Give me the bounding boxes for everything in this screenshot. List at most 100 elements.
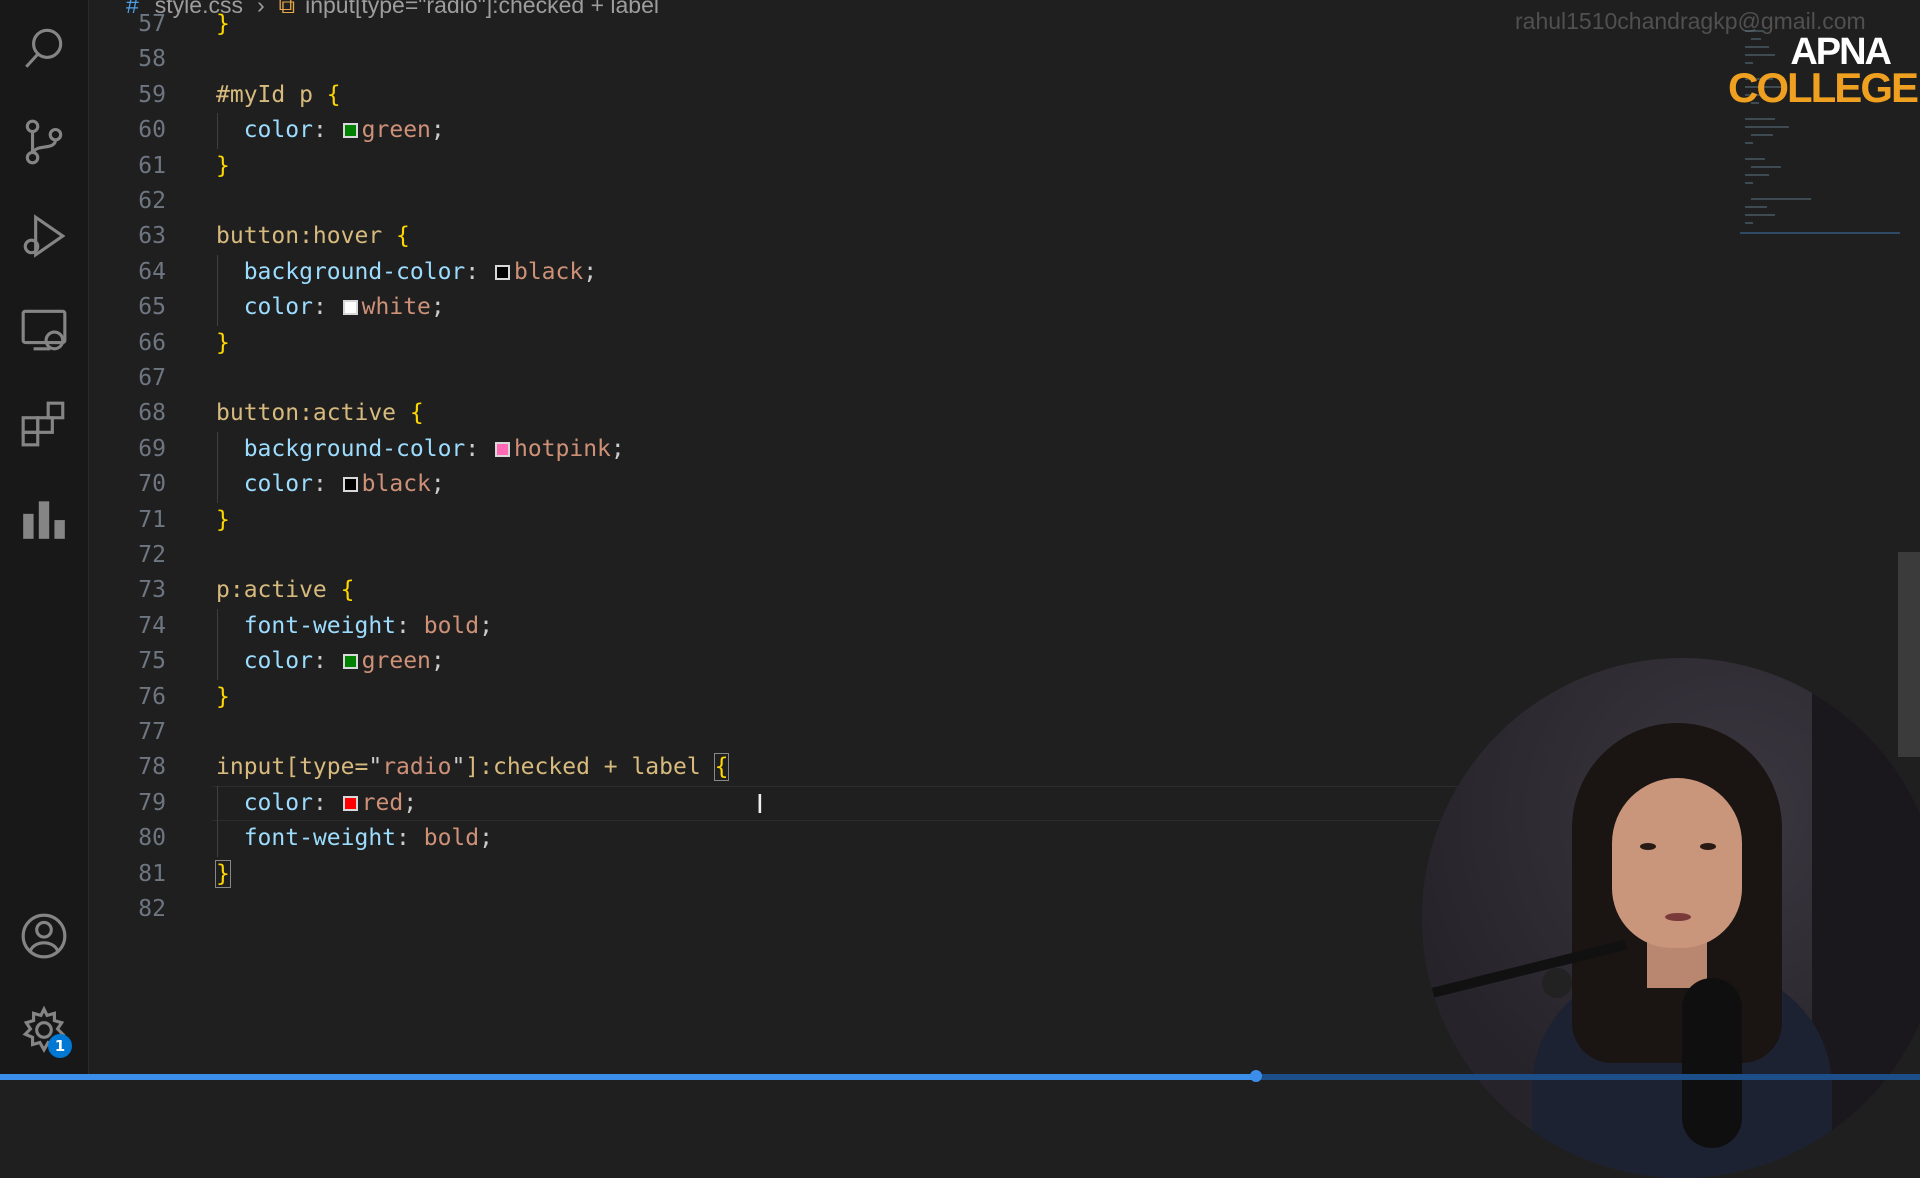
presenter-face — [1612, 778, 1742, 948]
color-swatch-hotpink[interactable] — [494, 441, 510, 457]
indent-guide — [217, 644, 218, 680]
code-line[interactable]: 58 — [88, 42, 1896, 77]
line-number: 65 — [138, 294, 166, 321]
line-number: 76 — [138, 683, 166, 710]
indent-guide — [217, 290, 218, 326]
activity-bar: 1 — [0, 0, 89, 1080]
charts-icon[interactable] — [0, 482, 88, 554]
code-line[interactable]: 61} — [88, 149, 1896, 184]
settings-badge: 1 — [48, 1034, 72, 1058]
source-control-icon[interactable] — [0, 106, 88, 178]
run-debug-icon[interactable] — [0, 200, 88, 272]
indent-guide — [217, 608, 218, 645]
code-text[interactable]: font-weight: bold; — [216, 609, 493, 644]
code-line[interactable]: 71} — [88, 503, 1896, 538]
code-line[interactable]: 68 button:active { — [88, 396, 1896, 431]
account-icon[interactable] — [0, 900, 88, 972]
line-number: 73 — [138, 577, 166, 604]
presenter-mouth — [1665, 913, 1691, 921]
webcam-overlay — [1422, 658, 1920, 1178]
code-text[interactable]: } — [216, 503, 230, 538]
settings-gear-icon[interactable]: 1 — [0, 994, 88, 1066]
microphone — [1682, 978, 1742, 1148]
line-number: 70 — [138, 471, 166, 498]
indent-guide — [217, 785, 218, 822]
code-text[interactable]: p:active { — [216, 573, 355, 608]
code-text[interactable]: color: green; — [216, 113, 445, 148]
line-number: 62 — [138, 188, 166, 214]
code-text[interactable]: color: black; — [216, 467, 445, 502]
code-text[interactable]: } — [216, 149, 230, 184]
line-number: 69 — [138, 435, 166, 462]
presenter-eye-right — [1700, 843, 1716, 850]
search-icon[interactable] — [0, 12, 88, 84]
line-number: 63 — [138, 223, 166, 250]
line-number: 59 — [138, 81, 166, 108]
code-text[interactable]: } — [216, 7, 230, 42]
mic-joint — [1542, 968, 1572, 998]
code-text[interactable]: } — [216, 326, 230, 361]
code-line[interactable]: 72 — [88, 538, 1896, 573]
line-number: 72 — [138, 542, 166, 568]
code-line[interactable]: 70 color: black; — [88, 467, 1896, 502]
color-swatch-green[interactable] — [342, 123, 358, 139]
indent-guide — [217, 821, 218, 857]
line-number: 81 — [138, 860, 166, 887]
line-number: 78 — [138, 754, 166, 781]
remote-explorer-icon[interactable] — [0, 294, 88, 366]
line-number: 61 — [138, 152, 166, 179]
code-text[interactable]: color: green; — [216, 644, 445, 679]
line-number: 79 — [138, 789, 166, 816]
code-text[interactable]: background-color: hotpink; — [216, 432, 625, 467]
indent-guide — [217, 113, 218, 149]
code-line[interactable]: 67 — [88, 361, 1896, 396]
video-progress-fill — [0, 1074, 1256, 1080]
line-number: 67 — [138, 365, 166, 391]
code-line[interactable]: 74 font-weight: bold; — [88, 609, 1896, 644]
line-number: 68 — [138, 400, 166, 427]
code-line[interactable]: 66} — [88, 326, 1896, 361]
line-number: 77 — [138, 719, 166, 745]
line-number: 57 — [138, 11, 166, 37]
line-number: 75 — [138, 648, 166, 675]
code-text[interactable]: } — [215, 857, 231, 892]
extensions-icon[interactable] — [0, 388, 88, 460]
line-number: 66 — [138, 329, 166, 356]
code-text[interactable]: background-color: black; — [216, 255, 597, 290]
code-line[interactable]: 62 — [88, 184, 1896, 219]
line-number: 71 — [138, 506, 166, 533]
color-swatch-black[interactable] — [494, 264, 510, 280]
color-swatch-green[interactable] — [342, 654, 358, 670]
code-text[interactable]: input[type="radio"]:checked + label { — [216, 750, 730, 785]
line-number: 58 — [138, 46, 166, 73]
line-number: 80 — [138, 825, 166, 852]
text-cursor-icon: I — [756, 790, 764, 820]
code-text[interactable]: button:hover { — [216, 219, 410, 254]
video-progress-handle[interactable] — [1249, 1070, 1262, 1082]
code-line[interactable]: 63 button:hover { — [88, 219, 1896, 254]
code-text[interactable]: font-weight: bold; — [216, 821, 493, 856]
code-text[interactable]: } — [216, 680, 230, 715]
code-line[interactable]: 60 color: green; — [88, 113, 1896, 148]
code-line[interactable]: 73 p:active { — [88, 573, 1896, 608]
color-swatch-white[interactable] — [342, 300, 358, 316]
indent-guide — [217, 467, 218, 503]
code-line[interactable]: 65 color: white; — [88, 290, 1896, 325]
color-swatch-black[interactable] — [342, 477, 358, 493]
line-number: 74 — [138, 612, 166, 639]
code-line[interactable]: 57} — [88, 7, 1896, 42]
presenter-eye-left — [1640, 843, 1656, 850]
indent-guide — [217, 254, 218, 291]
color-swatch-red[interactable] — [342, 795, 358, 811]
code-line[interactable]: 64 background-color: black; — [88, 255, 1896, 290]
indent-guide — [217, 431, 218, 468]
code-text[interactable]: button:active { — [216, 396, 424, 431]
code-text[interactable]: color: white; — [216, 290, 445, 325]
code-line[interactable]: 59 #myId p { — [88, 78, 1896, 113]
code-line[interactable]: 69 background-color: hotpink; — [88, 432, 1896, 467]
line-number: 60 — [138, 117, 166, 144]
code-text[interactable]: #myId p { — [216, 78, 341, 113]
line-number: 64 — [138, 258, 166, 285]
code-text[interactable]: color: red; — [216, 786, 417, 821]
line-number: 82 — [138, 896, 166, 922]
